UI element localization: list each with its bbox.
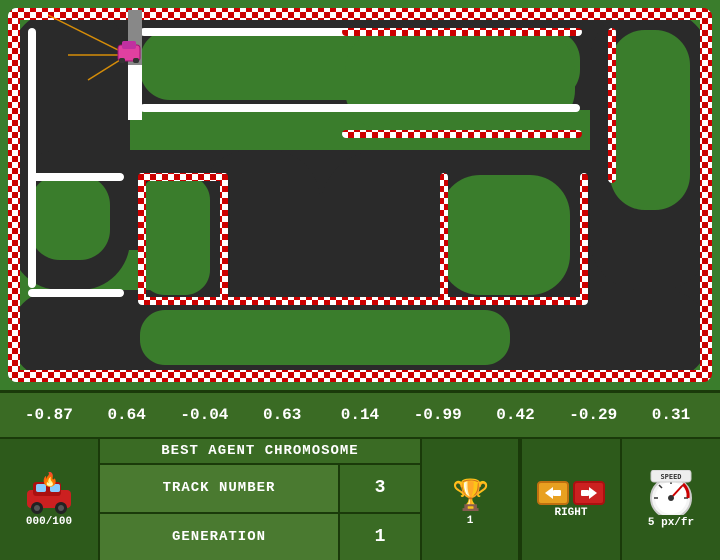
svg-text:🔥: 🔥 xyxy=(41,472,58,489)
svg-text:SPEED: SPEED xyxy=(660,473,681,481)
chrom-val-4: 0.14 xyxy=(330,406,390,424)
generation-row: GENERATION 1 xyxy=(100,514,420,560)
speedometer-icon: SPEED xyxy=(646,470,696,515)
chromosome-row: -0.87 0.64 -0.04 0.63 0.14 -0.99 0.42 -0… xyxy=(0,393,720,439)
chrom-val-7: -0.29 xyxy=(563,406,623,424)
trophy-section: 🏆 1 xyxy=(420,439,520,560)
track-number-label: TRACK NUMBER xyxy=(100,465,340,512)
generation-label: GENERATION xyxy=(100,514,340,560)
info-rows: 🔥 000/100 BEST AGENT CHROMOSOME TRACK NU… xyxy=(0,439,720,560)
chrom-val-3: 0.63 xyxy=(252,406,312,424)
agent-score: 000/100 xyxy=(26,516,72,528)
chrom-val-1: 0.64 xyxy=(97,406,157,424)
left-arrow[interactable] xyxy=(537,481,569,505)
track-number-row: TRACK NUMBER 3 xyxy=(100,465,420,514)
car-icon: 🔥 xyxy=(23,472,75,514)
right-arrow[interactable] xyxy=(573,481,605,505)
track-number-value: 3 xyxy=(340,465,420,512)
chrom-val-2: -0.04 xyxy=(174,406,234,424)
track-svg xyxy=(0,0,720,390)
speed-label: 5 px/fr xyxy=(648,517,694,529)
chrom-val-0: -0.87 xyxy=(19,406,79,424)
generation-value: 1 xyxy=(340,514,420,560)
trophy-count: 1 xyxy=(467,515,474,527)
chrom-val-8: 0.31 xyxy=(641,406,701,424)
center-info: BEST AGENT CHROMOSOME TRACK NUMBER 3 GEN… xyxy=(100,439,420,560)
trophy-icon: 🏆 xyxy=(450,473,490,513)
direction-arrows xyxy=(537,481,605,505)
chrom-val-6: 0.42 xyxy=(485,406,545,424)
speedometer-section: SPEED 5 px/fr xyxy=(620,439,720,560)
direction-label: RIGHT xyxy=(554,507,587,519)
svg-text:🏆: 🏆 xyxy=(452,477,489,513)
track-area xyxy=(0,0,720,390)
direction-section: RIGHT xyxy=(520,439,620,560)
car-section: 🔥 000/100 xyxy=(0,439,100,560)
best-agent-label: BEST AGENT CHROMOSOME xyxy=(100,439,420,465)
bottom-panel: -0.87 0.64 -0.04 0.63 0.14 -0.99 0.42 -0… xyxy=(0,390,720,560)
chrom-val-5: -0.99 xyxy=(408,406,468,424)
